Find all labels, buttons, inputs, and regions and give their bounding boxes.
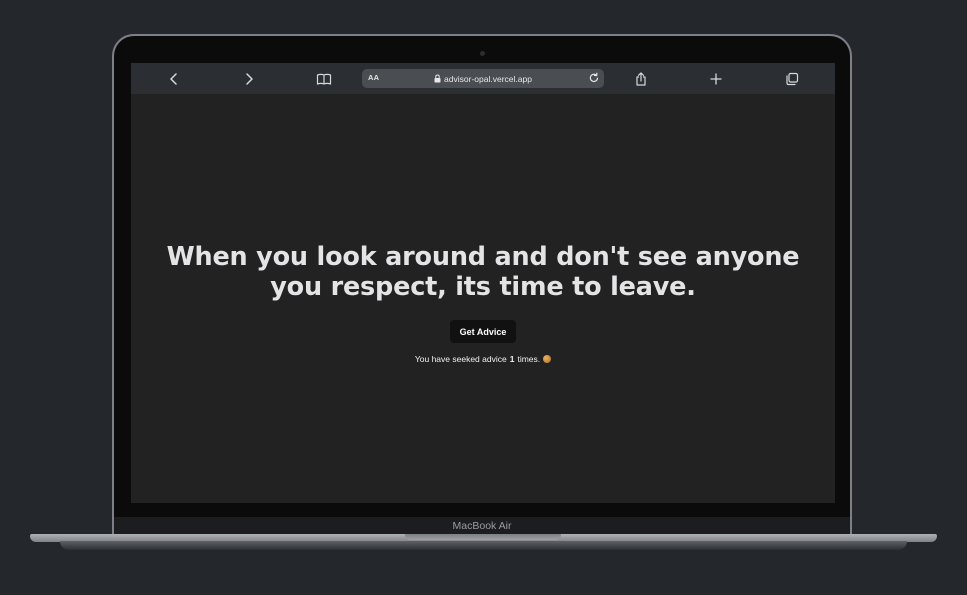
count-suffix: times. <box>517 354 541 364</box>
new-tab-icon[interactable] <box>705 68 727 90</box>
browser-screen: AA advisor-opal.vercel.app When you look… <box>131 63 835 503</box>
bookmarks-icon[interactable] <box>313 68 335 90</box>
url-display: advisor-opal.vercel.app <box>362 69 604 88</box>
screen-bezel <box>114 503 850 517</box>
laptop-hinge-notch <box>405 534 561 540</box>
reload-icon[interactable] <box>588 72 600 86</box>
tabs-icon[interactable] <box>781 68 803 90</box>
lock-icon <box>434 74 441 83</box>
advice-count-line: You have seeked advice 1 times. <box>131 354 835 364</box>
laptop-base-shadow <box>60 541 907 550</box>
share-icon[interactable] <box>630 68 652 90</box>
address-bar[interactable]: AA advisor-opal.vercel.app <box>362 69 604 88</box>
advice-count: 1 <box>509 354 515 364</box>
back-icon[interactable] <box>163 68 185 90</box>
browser-toolbar: AA advisor-opal.vercel.app <box>131 63 835 94</box>
laptop-chin: MacBook Air <box>114 517 850 534</box>
count-prefix: You have seeked advice <box>414 354 507 364</box>
cookie-emoji <box>543 355 552 363</box>
get-advice-button[interactable]: Get Advice <box>450 320 516 343</box>
url-text: advisor-opal.vercel.app <box>444 73 532 84</box>
camera <box>480 51 485 56</box>
advice-text: When you look around and don't see anyon… <box>166 242 800 302</box>
web-page: When you look around and don't see anyon… <box>131 94 835 503</box>
forward-icon[interactable] <box>238 68 260 90</box>
model-label: MacBook Air <box>452 519 512 532</box>
